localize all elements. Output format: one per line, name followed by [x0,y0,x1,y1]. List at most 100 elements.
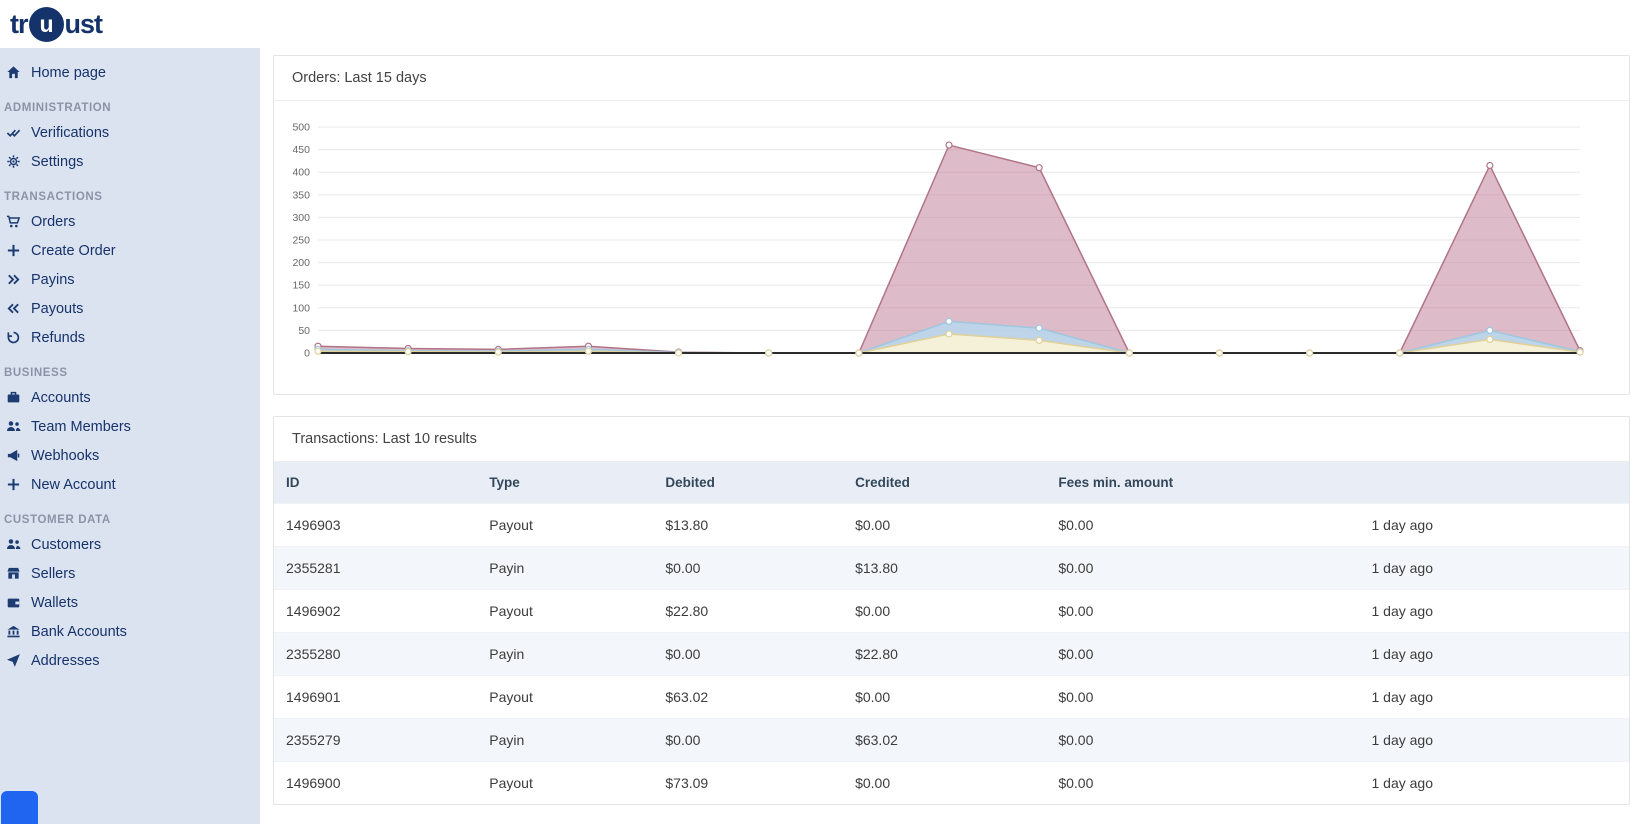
sidebar-item-addresses[interactable]: Addresses [3,646,254,675]
column-header: Type [477,462,653,504]
svg-text:350: 350 [292,189,310,201]
table-cell: 1496902 [274,590,477,633]
transactions-table-body: 1496903Payout$13.80$0.00$0.001 day ago23… [274,504,1629,805]
sidebar-item-payins[interactable]: Payins [3,265,254,294]
truust-logo[interactable]: tr u ust [10,7,102,42]
svg-text:400: 400 [292,167,310,179]
table-cell: 1496900 [274,762,477,805]
table-cell: $0.00 [1046,676,1358,719]
table-cell: 1496903 [274,504,477,547]
logo-text-prefix: tr [10,9,28,40]
table-cell: $0.00 [843,762,1046,805]
cart-icon [5,213,22,230]
sidebar-item-bank-accounts[interactable]: Bank Accounts [3,617,254,646]
svg-text:500: 500 [292,122,310,134]
store-icon [5,565,22,582]
table-row[interactable]: 2355281Payin$0.00$13.80$0.001 day ago [274,547,1629,590]
transactions-table: IDTypeDebitedCreditedFees min. amount 14… [274,462,1629,804]
sidebar-item-label: New Account [31,477,116,493]
sidebar-item-label: Verifications [31,125,109,141]
table-cell: $0.00 [653,719,843,762]
sidebar-item-webhooks[interactable]: Webhooks [3,441,254,470]
sidebar-item-refunds[interactable]: Refunds [3,323,254,352]
sidebar-item-label: Wallets [31,595,78,611]
svg-text:0: 0 [304,348,310,360]
table-cell: 1 day ago [1358,504,1629,547]
table-cell: 1496901 [274,676,477,719]
table-cell: $0.00 [1046,762,1358,805]
sidebar-item-label: Webhooks [31,448,99,464]
briefcase-icon [5,389,22,406]
transactions-card-title: Transactions: Last 10 results [274,417,1629,462]
sidebar-item-orders[interactable]: Orders [3,207,254,236]
orders-chart-card: Orders: Last 15 days 0501001502002503003… [273,55,1630,395]
table-cell: $0.00 [1046,719,1358,762]
table-cell: Payin [477,547,653,590]
table-cell: $63.02 [843,719,1046,762]
plus-icon [5,476,22,493]
table-cell: $0.00 [653,547,843,590]
users-icon [5,418,22,435]
double-check-icon [5,124,22,141]
undo-icon [5,329,22,346]
table-row[interactable]: 1496902Payout$22.80$0.00$0.001 day ago [274,590,1629,633]
table-row[interactable]: 2355279Payin$0.00$63.02$0.001 day ago [274,719,1629,762]
sidebar-item-payouts[interactable]: Payouts [3,294,254,323]
table-cell: $0.00 [843,504,1046,547]
svg-text:300: 300 [292,212,310,224]
sidebar-item-label: Bank Accounts [31,624,127,640]
sidebar-item-new-account[interactable]: New Account [3,470,254,499]
wallet-icon [5,594,22,611]
sidebar-item-label: Accounts [31,390,91,406]
section-label-transactions: TRANSACTIONS [4,191,254,203]
sidebar-item-label: Home page [31,65,106,81]
table-cell: 1 day ago [1358,762,1629,805]
table-row[interactable]: 1496903Payout$13.80$0.00$0.001 day ago [274,504,1629,547]
table-cell: $0.00 [1046,504,1358,547]
table-cell: Payout [477,590,653,633]
table-row[interactable]: 2355280Payin$0.00$22.80$0.001 day ago [274,633,1629,676]
orders-card-title: Orders: Last 15 days [274,56,1629,101]
home-icon [5,64,22,81]
orders-chart: 050100150200250300350400450500 [274,101,1629,394]
table-cell: Payout [477,504,653,547]
sidebar-item-label: Addresses [31,653,100,669]
sidebar-item-label: Customers [31,537,101,553]
orders-chart-svg: 050100150200250300350400450500 [274,117,1606,369]
sidebar-item-settings[interactable]: Settings [3,147,254,176]
sidebar-item-verifications[interactable]: Verifications [3,118,254,147]
main-content: Orders: Last 15 days 0501001502002503003… [260,48,1630,824]
sidebar-item-sellers[interactable]: Sellers [3,559,254,588]
location-icon [5,652,22,669]
table-cell: $0.00 [1046,547,1358,590]
table-cell: Payin [477,633,653,676]
chat-widget-button[interactable] [1,791,38,824]
svg-text:250: 250 [292,235,310,247]
table-cell: $73.09 [653,762,843,805]
table-row[interactable]: 1496901Payout$63.02$0.00$0.001 day ago [274,676,1629,719]
svg-text:150: 150 [292,280,310,292]
column-header: Debited [653,462,843,504]
transactions-table-head: IDTypeDebitedCreditedFees min. amount [274,462,1629,504]
top-header: tr u ust [0,0,1630,48]
sidebar-item-customers[interactable]: Customers [3,530,254,559]
sidebar-item-team-members[interactable]: Team Members [3,412,254,441]
table-cell: $0.00 [1046,590,1358,633]
section-label-administration: ADMINISTRATION [4,102,254,114]
sidebar-item-home-page[interactable]: Home page [3,58,254,87]
table-cell: $63.02 [653,676,843,719]
table-cell: $0.00 [843,676,1046,719]
gears-icon [5,153,22,170]
table-cell: 1 day ago [1358,676,1629,719]
sidebar-item-create-order[interactable]: Create Order [3,236,254,265]
logo-text-suffix: ust [65,9,103,40]
sidebar-item-label: Orders [31,214,75,230]
sidebar-item-wallets[interactable]: Wallets [3,588,254,617]
table-cell: $0.00 [1046,633,1358,676]
table-row[interactable]: 1496900Payout$73.09$0.00$0.001 day ago [274,762,1629,805]
sidebar-item-label: Payouts [31,301,83,317]
plus-icon [5,242,22,259]
column-header [1358,462,1629,504]
sidebar-item-accounts[interactable]: Accounts [3,383,254,412]
logo-circle-letter: u [29,7,64,42]
